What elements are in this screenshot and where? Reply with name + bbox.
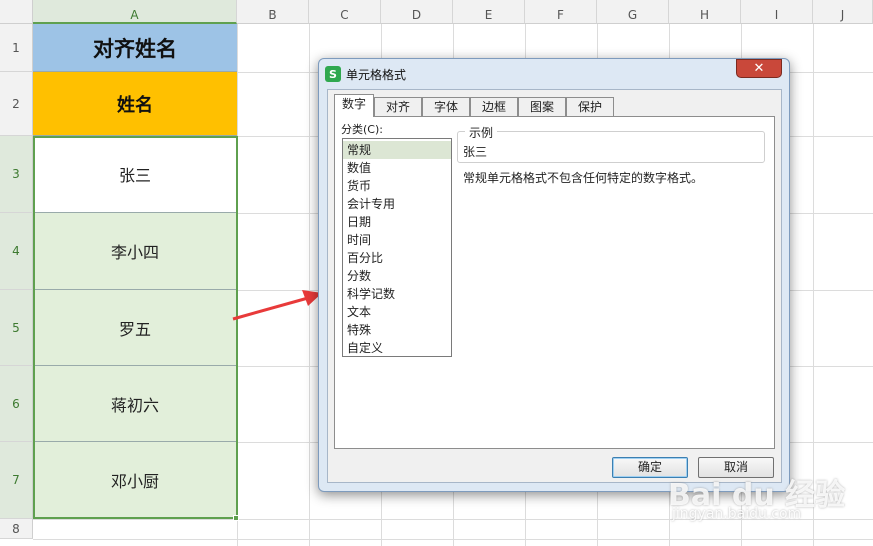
close-button[interactable]: ✕ [736, 59, 782, 78]
row-header-5[interactable]: 5 [0, 290, 33, 366]
column-header-d[interactable]: D [381, 0, 453, 24]
tab-border[interactable]: 边框 [470, 97, 518, 116]
column-header-h[interactable]: H [669, 0, 741, 24]
fill-handle[interactable] [233, 515, 239, 521]
row-header-1[interactable]: 1 [0, 24, 33, 72]
gridline [813, 24, 814, 546]
dialog-body: 数字 对齐 字体 边框 图案 保护 分类(C): 常规 数值 货币 会计专用 日… [327, 89, 782, 483]
category-item-text[interactable]: 文本 [343, 303, 451, 321]
category-item-currency[interactable]: 货币 [343, 177, 451, 195]
column-header-f[interactable]: F [525, 0, 597, 24]
column-header-i[interactable]: I [741, 0, 813, 24]
tab-alignment[interactable]: 对齐 [374, 97, 422, 116]
row-header-6[interactable]: 6 [0, 366, 33, 442]
row-header-3[interactable]: 3 [0, 136, 33, 213]
category-item-custom[interactable]: 自定义 [343, 339, 451, 357]
sample-label: 示例 [465, 124, 498, 141]
category-list[interactable]: 常规 数值 货币 会计专用 日期 时间 百分比 分数 科学记数 文本 特殊 自定… [342, 138, 452, 357]
sample-group [457, 131, 765, 163]
watermark-url: jingyan.baidu.com [672, 506, 802, 522]
row-header-7[interactable]: 7 [0, 442, 33, 519]
row-header-4[interactable]: 4 [0, 213, 33, 290]
column-header-e[interactable]: E [453, 0, 525, 24]
category-item-number[interactable]: 数值 [343, 159, 451, 177]
category-item-percentage[interactable]: 百分比 [343, 249, 451, 267]
gridline [309, 24, 310, 546]
tab-protection[interactable]: 保护 [566, 97, 614, 116]
number-tab-panel: 分类(C): 常规 数值 货币 会计专用 日期 时间 百分比 分数 科学记数 文… [334, 116, 775, 449]
tab-font[interactable]: 字体 [422, 97, 470, 116]
gridline [33, 539, 873, 540]
sample-value: 张三 [463, 145, 488, 159]
category-item-date[interactable]: 日期 [343, 213, 451, 231]
select-all-corner[interactable] [0, 0, 33, 24]
column-header-a[interactable]: A [33, 0, 237, 24]
tab-number[interactable]: 数字 [334, 94, 374, 117]
tab-pattern[interactable]: 图案 [518, 97, 566, 116]
category-item-scientific[interactable]: 科学记数 [343, 285, 451, 303]
cell-a1[interactable]: 对齐姓名 [33, 24, 237, 72]
row-header-2[interactable]: 2 [0, 72, 33, 136]
column-header-g[interactable]: G [597, 0, 669, 24]
category-item-special[interactable]: 特殊 [343, 321, 451, 339]
dialog-titlebar[interactable]: S 单元格格式 [325, 65, 625, 83]
dialog-title: 单元格格式 [346, 67, 407, 82]
format-cells-dialog: S 单元格格式 ✕ 数字 对齐 字体 边框 图案 保护 分类(C): 常规 数值… [318, 58, 790, 492]
category-label: 分类(C): [341, 123, 383, 136]
category-item-accounting[interactable]: 会计专用 [343, 195, 451, 213]
category-item-time[interactable]: 时间 [343, 231, 451, 249]
app-logo-icon: S [325, 66, 341, 82]
cell-a2[interactable]: 姓名 [33, 72, 237, 136]
category-item-fraction[interactable]: 分数 [343, 267, 451, 285]
arrow-icon [232, 290, 322, 321]
column-header-c[interactable]: C [309, 0, 381, 24]
selection-outline [33, 136, 238, 519]
column-header-j[interactable]: J [813, 0, 873, 24]
row-header-8[interactable]: 8 [0, 519, 33, 539]
format-description: 常规单元格格式不包含任何特定的数字格式。 [463, 171, 704, 185]
category-item-general[interactable]: 常规 [343, 141, 451, 159]
column-header-b[interactable]: B [237, 0, 309, 24]
